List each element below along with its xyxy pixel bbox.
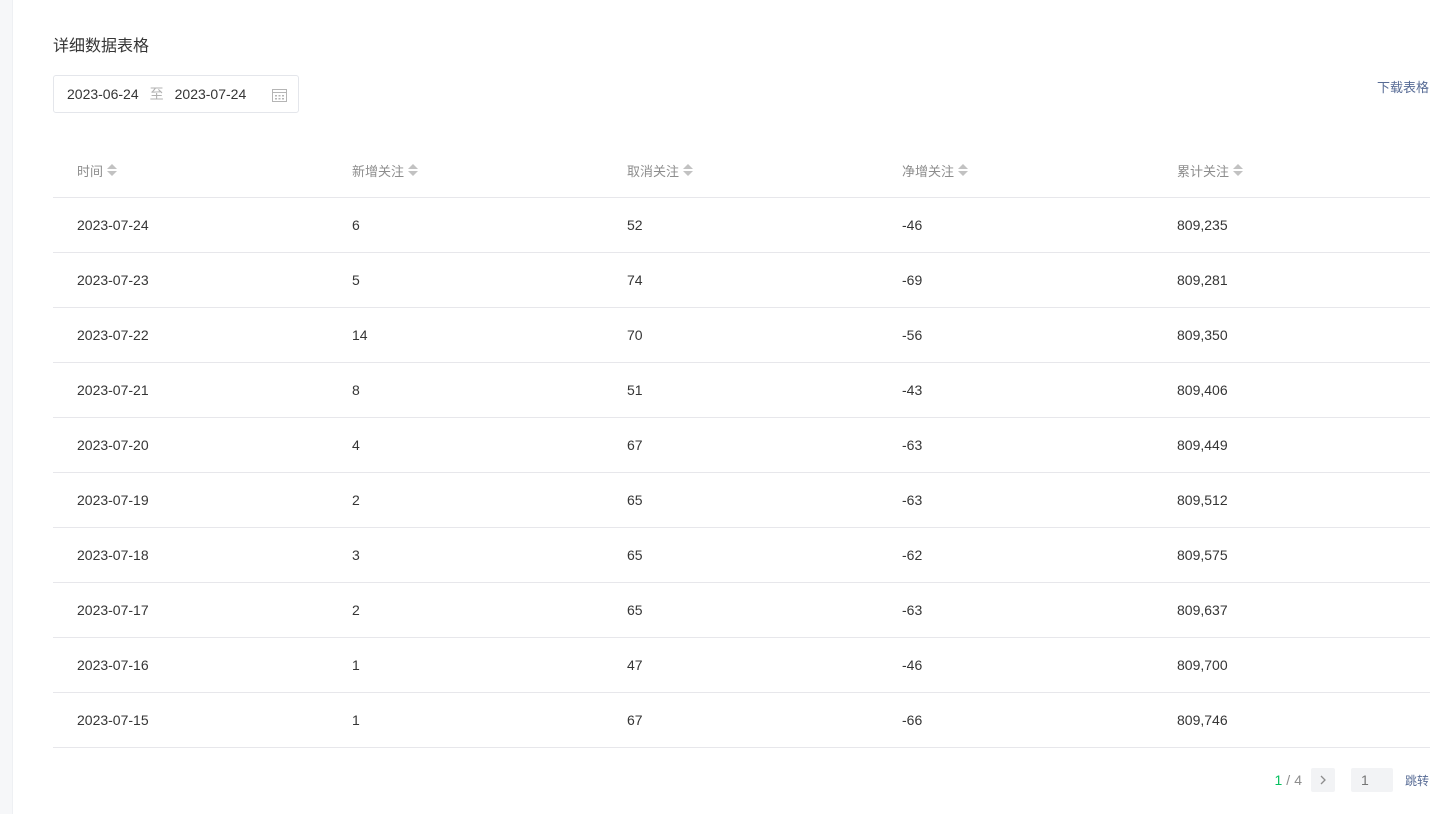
cell-net-follows: -62 xyxy=(902,547,923,563)
cell-date: 2023-07-20 xyxy=(77,437,149,453)
jump-button[interactable]: 跳转 xyxy=(1405,772,1429,789)
table-row: 2023-07-21 8 51 -43 809,406 xyxy=(53,363,1430,418)
cell-unfollows: 70 xyxy=(627,327,643,343)
table-row: 2023-07-18 3 65 -62 809,575 xyxy=(53,528,1430,583)
pagination: 1 / 4 跳转 xyxy=(1274,768,1429,792)
data-table: 时间 新增关注 取消关注 净增关注 累计关注 2023-07-24 6 52 -46 809,2… xyxy=(53,143,1430,748)
cell-unfollows: 65 xyxy=(627,547,643,563)
next-page-button[interactable] xyxy=(1310,768,1335,792)
cell-total-follows: 809,637 xyxy=(1177,602,1228,618)
cell-new-follows: 2 xyxy=(352,602,360,618)
cell-new-follows: 1 xyxy=(352,712,360,728)
cell-total-follows: 809,575 xyxy=(1177,547,1228,563)
sort-icon[interactable] xyxy=(107,164,118,176)
date-separator: 至 xyxy=(149,87,164,103)
sort-icon[interactable] xyxy=(683,164,694,176)
start-date[interactable]: 2023-06-24 xyxy=(67,86,139,102)
header-label: 新增关注 xyxy=(352,164,405,180)
cell-total-follows: 809,281 xyxy=(1177,272,1228,288)
cell-total-follows: 809,406 xyxy=(1177,382,1228,398)
page-separator: / xyxy=(1286,772,1291,788)
header-net-follows[interactable]: 净增关注 xyxy=(878,161,1153,180)
cell-unfollows: 74 xyxy=(627,272,643,288)
cell-new-follows: 14 xyxy=(352,327,368,343)
cell-date: 2023-07-17 xyxy=(77,602,149,618)
left-sidebar-edge xyxy=(0,0,13,814)
chevron-right-icon xyxy=(1320,775,1326,785)
cell-date: 2023-07-22 xyxy=(77,327,149,343)
table-header: 时间 新增关注 取消关注 净增关注 累计关注 xyxy=(53,143,1430,198)
cell-unfollows: 67 xyxy=(627,437,643,453)
header-time[interactable]: 时间 xyxy=(53,161,328,180)
cell-total-follows: 809,746 xyxy=(1177,712,1228,728)
table-row: 2023-07-20 4 67 -63 809,449 xyxy=(53,418,1430,473)
total-pages: 4 xyxy=(1294,772,1302,788)
table-row: 2023-07-22 14 70 -56 809,350 xyxy=(53,308,1430,363)
cell-date: 2023-07-15 xyxy=(77,712,149,728)
calendar-icon[interactable] xyxy=(272,88,287,102)
cell-net-follows: -63 xyxy=(902,602,923,618)
cell-unfollows: 52 xyxy=(627,217,643,233)
cell-total-follows: 809,700 xyxy=(1177,657,1228,673)
cell-net-follows: -43 xyxy=(902,382,923,398)
date-range-picker[interactable]: 2023-06-24 至 2023-07-24 xyxy=(53,75,299,113)
sort-icon[interactable] xyxy=(408,164,419,176)
header-new-follows[interactable]: 新增关注 xyxy=(328,161,603,180)
cell-net-follows: -63 xyxy=(902,492,923,508)
cell-date: 2023-07-19 xyxy=(77,492,149,508)
table-row: 2023-07-23 5 74 -69 809,281 xyxy=(53,253,1430,308)
cell-date: 2023-07-18 xyxy=(77,547,149,563)
table-row: 2023-07-16 1 47 -46 809,700 xyxy=(53,638,1430,693)
page-number-input[interactable] xyxy=(1350,768,1393,792)
sort-icon[interactable] xyxy=(958,164,969,176)
cell-new-follows: 6 xyxy=(352,217,360,233)
cell-date: 2023-07-24 xyxy=(77,217,149,233)
cell-unfollows: 47 xyxy=(627,657,643,673)
table-row: 2023-07-24 6 52 -46 809,235 xyxy=(53,198,1430,253)
cell-new-follows: 5 xyxy=(352,272,360,288)
cell-new-follows: 1 xyxy=(352,657,360,673)
section-title: 详细数据表格 xyxy=(53,36,150,55)
cell-new-follows: 4 xyxy=(352,437,360,453)
sort-icon[interactable] xyxy=(1233,164,1244,176)
current-page: 1 xyxy=(1274,772,1283,788)
table-row: 2023-07-15 1 67 -66 809,746 xyxy=(53,693,1430,748)
table-body: 2023-07-24 6 52 -46 809,235 2023-07-23 5 74 -69 8… xyxy=(53,198,1430,748)
cell-net-follows: -63 xyxy=(902,437,923,453)
cell-unfollows: 51 xyxy=(627,382,643,398)
cell-date: 2023-07-21 xyxy=(77,382,149,398)
cell-net-follows: -56 xyxy=(902,327,923,343)
cell-new-follows: 8 xyxy=(352,382,360,398)
header-label: 累计关注 xyxy=(1177,164,1230,180)
cell-total-follows: 809,449 xyxy=(1177,437,1228,453)
cell-total-follows: 809,512 xyxy=(1177,492,1228,508)
cell-unfollows: 67 xyxy=(627,712,643,728)
cell-date: 2023-07-23 xyxy=(77,272,149,288)
cell-new-follows: 3 xyxy=(352,547,360,563)
table-row: 2023-07-19 2 65 -63 809,512 xyxy=(53,473,1430,528)
header-unfollows[interactable]: 取消关注 xyxy=(603,161,878,180)
header-label: 时间 xyxy=(77,164,104,180)
end-date[interactable]: 2023-07-24 xyxy=(175,86,247,102)
cell-unfollows: 65 xyxy=(627,602,643,618)
header-total-follows[interactable]: 累计关注 xyxy=(1153,161,1430,180)
cell-net-follows: -46 xyxy=(902,657,923,673)
header-label: 取消关注 xyxy=(627,164,680,180)
cell-new-follows: 2 xyxy=(352,492,360,508)
cell-net-follows: -66 xyxy=(902,712,923,728)
cell-total-follows: 809,350 xyxy=(1177,327,1228,343)
cell-total-follows: 809,235 xyxy=(1177,217,1228,233)
cell-net-follows: -46 xyxy=(902,217,923,233)
table-row: 2023-07-17 2 65 -63 809,637 xyxy=(53,583,1430,638)
cell-unfollows: 65 xyxy=(627,492,643,508)
cell-date: 2023-07-16 xyxy=(77,657,149,673)
download-table-link[interactable]: 下载表格 xyxy=(1377,77,1429,96)
header-label: 净增关注 xyxy=(902,164,955,180)
cell-net-follows: -69 xyxy=(902,272,923,288)
